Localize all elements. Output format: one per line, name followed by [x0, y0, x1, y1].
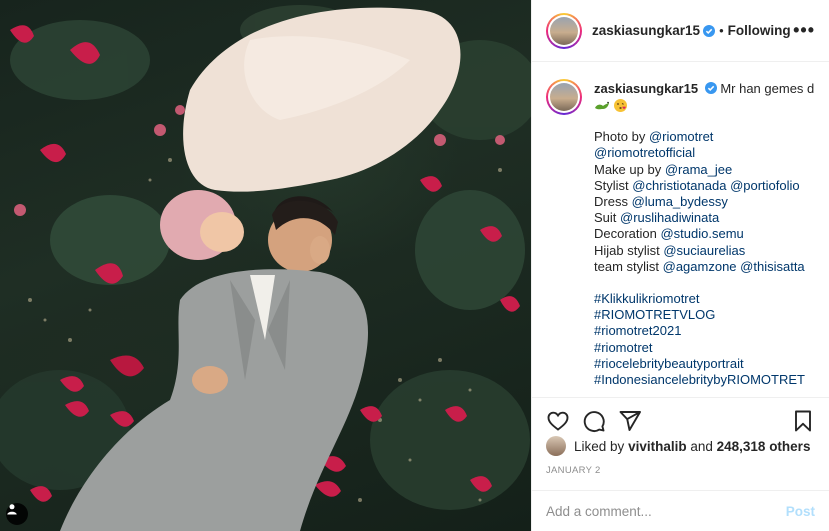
hashtag-link[interactable]: #RIOMOTRETVLOG	[594, 307, 814, 323]
liker-username[interactable]: vivithalib	[628, 439, 687, 454]
likes-count[interactable]: 248,318 others	[717, 439, 811, 454]
heart-icon[interactable]	[546, 409, 570, 433]
bookmark-icon[interactable]	[791, 409, 815, 433]
verified-badge-icon	[704, 82, 717, 94]
caption: zaskiasungkar15 Mr han gemes d Photo by …	[532, 63, 829, 397]
caption-line: Dress @luma_bydessy	[594, 194, 728, 210]
user-icon	[7, 504, 17, 515]
post-sidebar: zaskiasungkar15 • Following ••• zaskiasu…	[531, 0, 829, 531]
kissing-heart-face-icon	[614, 98, 627, 112]
mention-link[interactable]: @rama_jee	[665, 162, 732, 177]
header-username[interactable]: zaskiasungkar15	[592, 23, 700, 38]
hashtag-link[interactable]: #riomotret2021	[594, 323, 814, 339]
caption-credits: Photo by @riomotret @riomotretofficial M…	[594, 129, 814, 275]
lizard-icon	[595, 101, 609, 110]
mention-link[interactable]: @agamzone	[663, 259, 737, 274]
hashtag-link[interactable]: #riocelebritybeautyportrait	[594, 356, 814, 372]
mention-link[interactable]: @riomotretofficial	[594, 145, 695, 160]
mention-link[interactable]: @suciaurelias	[663, 243, 745, 258]
tagged-users-button[interactable]	[6, 503, 28, 525]
caption-line: team stylist @agamzone @thisisatta	[594, 258, 805, 274]
caption-line: Stylist @christiotanada @portiofolio	[594, 177, 800, 193]
mention-link[interactable]: @portiofolio	[730, 178, 800, 193]
caption-text: Mr han gemes d	[720, 81, 815, 96]
comment-input[interactable]	[546, 503, 786, 519]
mention-link[interactable]: @luma_bydessy	[632, 194, 728, 209]
more-options-icon[interactable]: •••	[793, 20, 815, 41]
avatar-image	[550, 16, 578, 45]
separator-dot: •	[719, 23, 724, 38]
post-date[interactable]: JANUARY 2	[546, 465, 601, 476]
mention-link[interactable]: @thisisatta	[740, 259, 805, 274]
caption-body: zaskiasungkar15 Mr han gemes d Photo by …	[594, 81, 814, 397]
hashtag-link[interactable]: #IndonesiancelebritybyRIOMOTRET	[594, 372, 814, 388]
caption-line: Make up by @rama_jee	[594, 161, 733, 177]
photo-illustration	[0, 5, 531, 531]
liker-avatar[interactable]	[546, 436, 566, 456]
comment-form: Post	[532, 490, 829, 531]
likes-summary: Liked by vivithalib and 248,318 others	[546, 436, 815, 456]
caption-username[interactable]: zaskiasungkar15	[594, 81, 698, 96]
verified-badge-icon	[703, 24, 716, 37]
caption-line: @riomotretofficial	[594, 145, 814, 161]
caption-hashtags: #Klikkulikriomotret #RIOMOTRETVLOG #riom…	[594, 291, 814, 388]
caption-emojis	[594, 97, 814, 113]
post-comment-button[interactable]: Post	[786, 504, 815, 519]
hashtag-link[interactable]: #riomotret	[594, 340, 814, 356]
caption-avatar[interactable]	[546, 79, 582, 115]
avatar[interactable]	[546, 12, 582, 49]
caption-line: Decoration @studio.semu	[594, 226, 744, 242]
mention-link[interactable]: @studio.semu	[660, 226, 743, 241]
following-button[interactable]: Following	[728, 23, 791, 38]
post-photo[interactable]	[0, 0, 531, 531]
post-header: zaskiasungkar15 • Following •••	[532, 0, 829, 62]
caption-line: Hijab stylist @suciaurelias	[594, 242, 746, 258]
mention-link[interactable]: @ruslihadiwinata	[620, 210, 719, 225]
caption-line: Suit @ruslihadiwinata	[594, 210, 720, 226]
caption-line: Photo by @riomotret	[594, 129, 714, 145]
mention-link[interactable]: @christiotanada	[632, 178, 726, 193]
mention-link[interactable]: @riomotret	[649, 129, 714, 144]
hashtag-link[interactable]: #Klikkulikriomotret	[594, 291, 814, 307]
share-icon[interactable]	[618, 409, 642, 433]
comment-icon[interactable]	[582, 409, 606, 433]
